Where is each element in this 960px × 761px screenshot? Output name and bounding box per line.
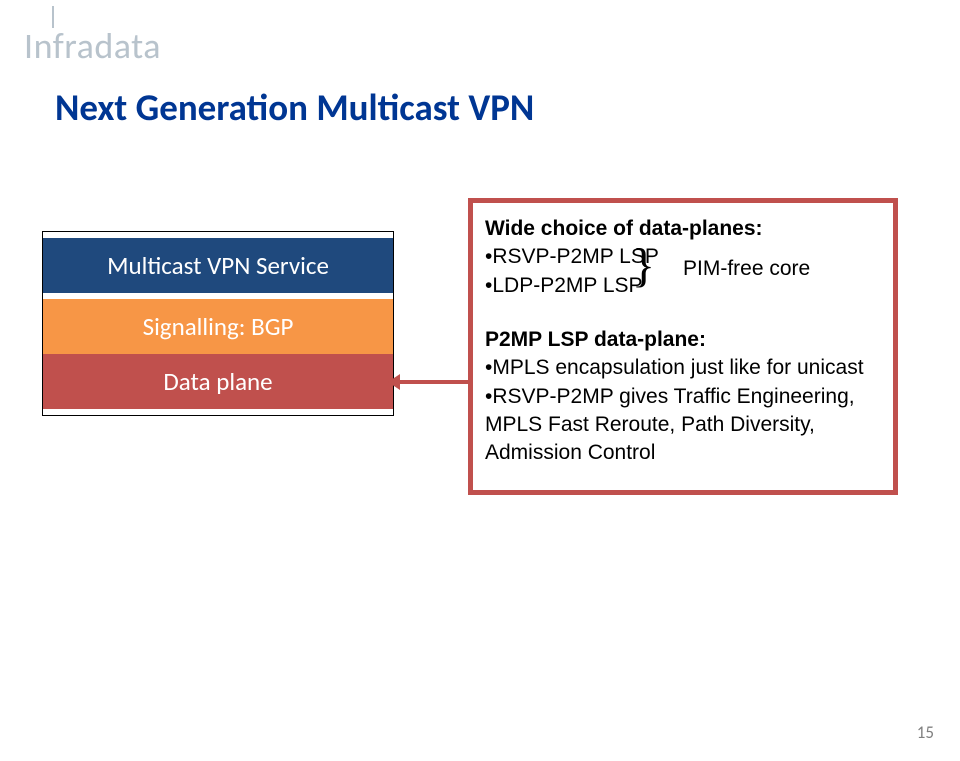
bullet-mpls: •MPLS encapsulation just like for unicas… [485, 354, 881, 382]
info-heading-1: Wide choice of data-planes: [485, 217, 763, 240]
bullet-te: •RSVP-P2MP gives Traffic Engineering, MP… [485, 383, 881, 468]
arrow-left [396, 380, 468, 384]
page-number: 15 [917, 722, 934, 743]
stack-row-dataplane: Data plane [43, 354, 393, 409]
stack-row-signalling: Signalling: BGP [43, 299, 393, 354]
divider [43, 409, 393, 415]
logo: Infradata [24, 24, 161, 68]
pim-label: PIM-free core [683, 255, 810, 283]
brace-icon: } [632, 242, 655, 290]
service-stack: Multicast VPN Service Signalling: BGP Da… [42, 231, 394, 416]
info-heading-2: P2MP LSP data-plane: [485, 328, 706, 351]
slide: Infradata Next Generation Multicast VPN … [0, 0, 960, 761]
page-title: Next Generation Multicast VPN [55, 85, 534, 130]
stack-row-service: Multicast VPN Service [43, 238, 393, 293]
info-box: Wide choice of data-planes: •RSVP-P2MP L… [468, 198, 898, 495]
